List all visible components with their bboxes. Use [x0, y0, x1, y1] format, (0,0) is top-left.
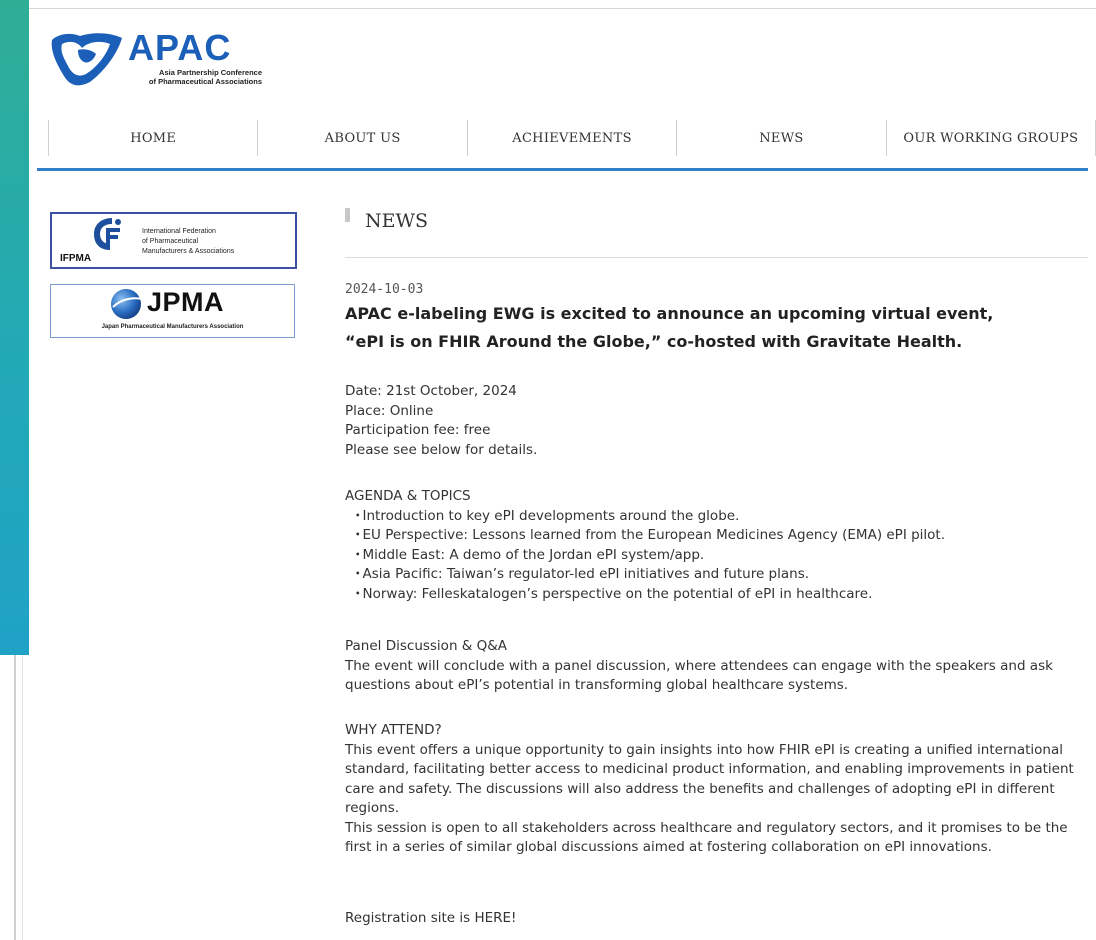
main-nav: HOME ABOUT US ACHIEVEMENTS NEWS OUR WORK…: [48, 120, 1096, 156]
registration-section: Registration site is HERE!: [345, 909, 1087, 929]
side-decorative-band: [0, 0, 29, 655]
registration-link[interactable]: Registration site is HERE!: [345, 910, 516, 926]
news-date: 2024-10-03: [345, 282, 424, 297]
panel-text: The event will conclude with a panel dis…: [345, 657, 1053, 694]
event-details: Date: 21st October, 2024 Place: Online P…: [345, 382, 1087, 460]
top-divider: [29, 0, 1096, 9]
nav-about-us[interactable]: ABOUT US: [257, 120, 466, 156]
panel-section: Panel Discussion & Q&A The event will co…: [345, 637, 1087, 696]
heading-marker: [345, 208, 350, 222]
jpma-globe-icon: [111, 289, 143, 319]
agenda-list: Introduction to key ePI developments aro…: [345, 507, 1087, 605]
news-title-line1: APAC e-labeling EWG is excited to announ…: [345, 304, 994, 323]
agenda-item: Norway: Felleskatalogen’s perspective on…: [345, 585, 1087, 605]
news-title: APAC e-labeling EWG is excited to announ…: [345, 300, 1085, 356]
agenda-item: EU Perspective: Lessons learned from the…: [345, 526, 1087, 546]
apac-logo[interactable]: APAC Asia Partnership Conference of Phar…: [48, 30, 268, 92]
why-heading: WHY ATTEND?: [345, 722, 442, 738]
panel-heading: Panel Discussion & Q&A: [345, 638, 507, 654]
jpma-subtitle: Japan Pharmaceutical Manufacturers Assoc…: [101, 324, 244, 330]
news-heading-rule: [345, 257, 1088, 258]
agenda-item: Middle East: A demo of the Jordan ePI sy…: [345, 546, 1087, 566]
ifpma-banner[interactable]: IFPMA International Federation of Pharma…: [50, 212, 297, 269]
logo-subtitle-line1: Asia Partnership Conference: [159, 68, 262, 77]
detail-place: Place: Online: [345, 402, 434, 419]
detail-date: Date: 21st October, 2024: [345, 383, 517, 399]
nav-our-working-groups[interactable]: OUR WORKING GROUPS: [885, 120, 1096, 156]
nav-home[interactable]: HOME: [48, 120, 257, 156]
detail-note: Please see below for details.: [345, 441, 538, 458]
ifpma-fullname: International Federation of Pharmaceutic…: [142, 227, 234, 257]
logo-subtitle-line2: of Pharmaceutical Associations: [148, 77, 262, 86]
logo-wordmark: APAC: [128, 27, 232, 68]
why-attend-section: WHY ATTEND? This event offers a unique o…: [345, 721, 1087, 858]
agenda-item: Asia Pacific: Taiwan’s regulator-led ePI…: [345, 565, 1087, 585]
jpma-abbr: JPMA: [147, 287, 225, 317]
why-text-1: This event offers a unique opportunity t…: [345, 741, 1074, 817]
news-heading-text: NEWS: [365, 210, 429, 232]
nav-achievements[interactable]: ACHIEVEMENTS: [466, 120, 676, 156]
ifpma-line1: International Federation: [142, 228, 216, 235]
ifpma-line3: Manufacturers & Associations: [142, 248, 235, 255]
ifpma-abbr: IFPMA: [60, 253, 92, 264]
nav-underline: [37, 168, 1088, 171]
news-title-line2: “ePI is on FHIR Around the Globe,” co-ho…: [345, 332, 963, 351]
ifpma-logo-icon: [94, 218, 121, 250]
agenda-section: AGENDA & TOPICS Introduction to key ePI …: [345, 487, 1087, 604]
detail-fee: Participation fee: free: [345, 422, 491, 438]
agenda-item: Introduction to key ePI developments aro…: [345, 507, 1087, 527]
why-text-2: This session is open to all stakeholders…: [345, 819, 1068, 856]
nav-news[interactable]: NEWS: [676, 120, 885, 156]
news-section-heading: NEWS: [345, 208, 429, 232]
side-divider: [14, 655, 23, 940]
agenda-heading: AGENDA & TOPICS: [345, 488, 471, 504]
logo-subtitle: Asia Partnership Conference of Pharmaceu…: [112, 68, 262, 86]
ifpma-line2: of Pharmaceutical: [142, 238, 199, 245]
jpma-banner[interactable]: JPMA Japan Pharmaceutical Manufacturers …: [50, 284, 295, 338]
